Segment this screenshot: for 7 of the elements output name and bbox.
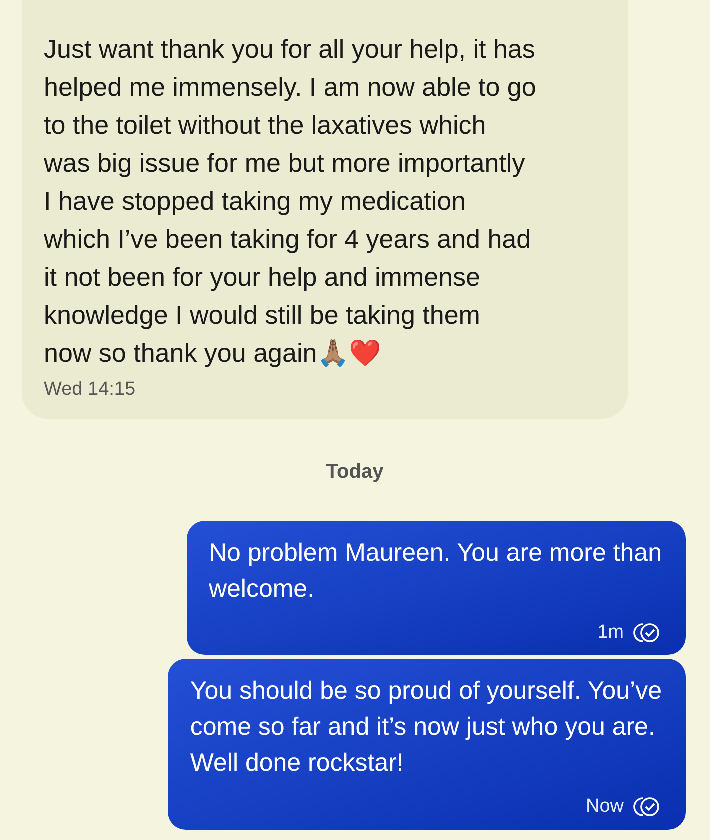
message-time: Now bbox=[586, 795, 624, 819]
message-time: Wed 14:15 bbox=[44, 378, 136, 402]
message-time: 1m bbox=[598, 620, 624, 644]
message-text: No problem Maureen. You are more than welcome. bbox=[208, 538, 662, 604]
message-text: You should be so proud of yourself. You’ve come so far and it’s now just who you are. Well done rockstar! bbox=[190, 676, 662, 779]
message-text: Just want thank you for all your help, it has helped me immensely. I am now able to go to the toilet without the laxatives which was big issue for me but more importantly I have stopped taking my medication which I’ve been taking for 4 years and had it not been for your help and immense knowledge I would still be taking them now so thank you again🙏🏽❤ bbox=[44, 33, 538, 370]
date-divider: Today bbox=[326, 460, 384, 484]
